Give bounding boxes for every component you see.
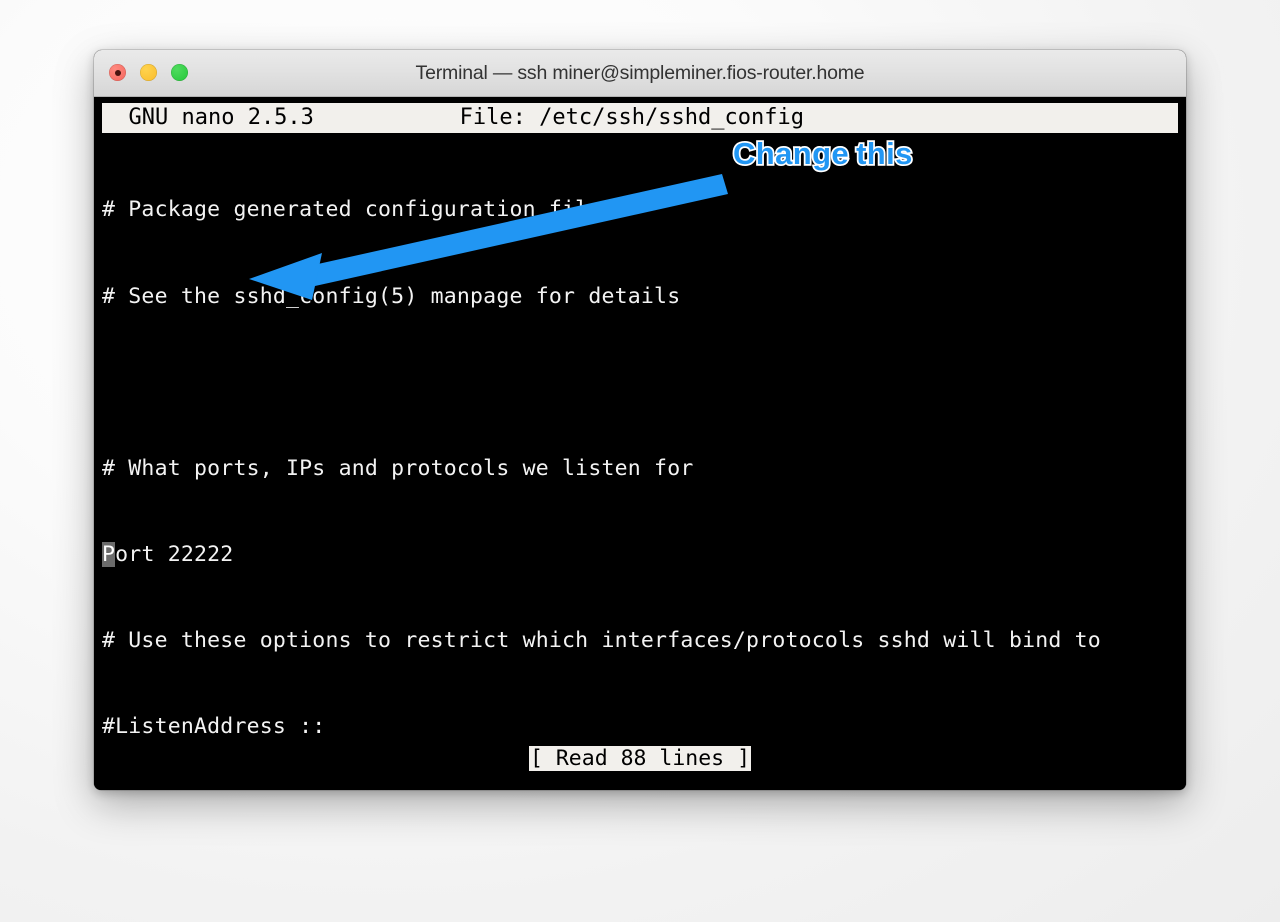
annotation-word-2: this <box>854 134 914 173</box>
nano-text-area[interactable]: # Package generated configuration file #… <box>102 139 1186 790</box>
text-line <box>102 369 1186 398</box>
nano-status-message: [ Read 88 lines ] <box>94 745 1186 773</box>
text-line: #ListenAddress :: <box>102 713 326 739</box>
terminal-content[interactable]: GNU nano 2.5.3 File: /etc/ssh/sshd_confi… <box>94 97 1186 790</box>
window-titlebar[interactable]: Terminal — ssh miner@simpleminer.fios-ro… <box>94 50 1186 97</box>
annotation-word-1: Change <box>731 134 850 173</box>
nano-shortcut-bar: ^G Get Help ^O Write Out ^W Where Is ^K … <box>102 773 1178 790</box>
status-text: [ Read 88 lines ] <box>528 746 752 771</box>
text-line: # What ports, IPs and protocols we liste… <box>102 455 694 481</box>
terminal-window: Terminal — ssh miner@simpleminer.fios-ro… <box>94 50 1186 790</box>
text-line: # See the sshd_config(5) manpage for det… <box>102 283 681 309</box>
nano-header-bar: GNU nano 2.5.3 File: /etc/ssh/sshd_confi… <box>102 103 1178 133</box>
text-line-rest: ort 22222 <box>115 541 234 567</box>
text-line: # Use these options to restrict which in… <box>102 627 1101 653</box>
text-line: # Package generated configuration file <box>102 197 602 223</box>
window-title: Terminal — ssh miner@simpleminer.fios-ro… <box>415 62 865 84</box>
text-line-cursor[interactable]: Port 22222 <box>102 541 1186 570</box>
text-cursor: P <box>102 541 116 567</box>
annotation-label: Change this <box>731 134 914 173</box>
